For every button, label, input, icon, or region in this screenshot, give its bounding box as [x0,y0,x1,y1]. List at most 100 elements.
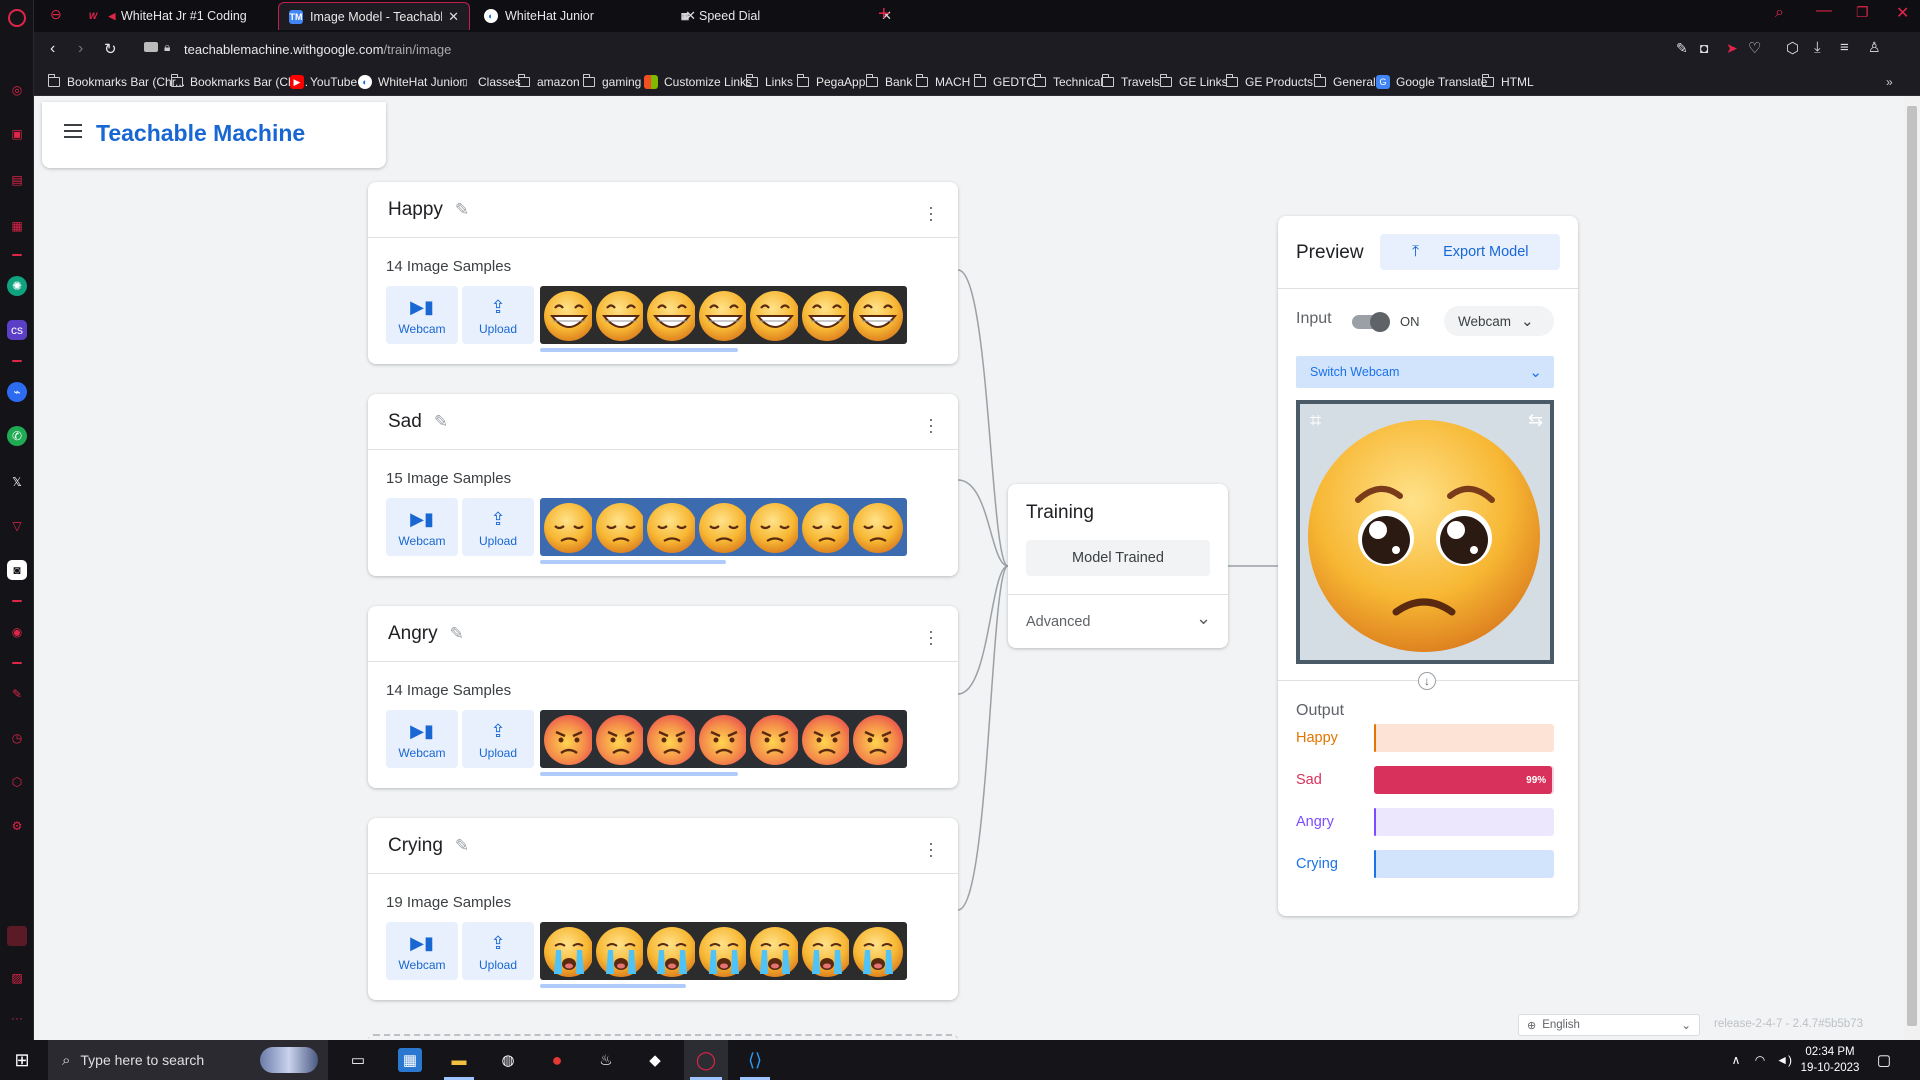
vscode-icon[interactable]: ⟨⟩ [743,1048,767,1072]
crop-icon[interactable]: ⌗ [1310,410,1321,433]
sample-thumbnail[interactable] [591,498,650,556]
flip-icon[interactable]: ⇆ [1528,410,1543,431]
taskbar-search[interactable]: ⌕ Type here to search [48,1040,328,1080]
scrollbar-thumb[interactable] [1907,106,1917,1026]
sample-thumbnails[interactable] [540,710,958,768]
wifi-icon[interactable]: ◠ [1748,1048,1772,1072]
bookmark-customize-links[interactable]: Customize Links [644,74,752,90]
snapshot-icon[interactable]: ◘ [1700,40,1708,56]
sample-thumbnail[interactable] [746,922,804,980]
sample-thumbnail[interactable] [797,922,856,980]
volume-icon[interactable]: ◄) [1772,1048,1796,1072]
heart-icon[interactable]: ♡ [1748,39,1761,57]
download-icon[interactable]: ⤓ [1814,39,1821,56]
bookmark-folder[interactable]: HTML [1482,74,1534,90]
bookmark-folder[interactable]: GE Products [1226,74,1313,90]
tab-speed-dial[interactable]: ▦ Speed Dial ✕ [668,2,902,30]
sample-thumbnail[interactable] [540,922,598,980]
camera-in-use-icon[interactable] [144,42,158,52]
sample-thumbnails[interactable] [540,922,958,980]
chrome-icon[interactable]: ◍ [496,1048,520,1072]
extensions-icon[interactable]: ⬡ [7,772,27,792]
sample-thumbnail[interactable] [694,286,753,344]
input-source-select[interactable]: Webcam ⌄ [1444,306,1554,336]
edit-pencil-icon[interactable]: ✎ [434,412,448,432]
more-options-icon[interactable]: · · · [928,622,934,652]
sample-thumbnail[interactable] [797,498,856,556]
upload-button[interactable]: ⇪ Upload [462,286,534,344]
twitch-icon[interactable]: ▤ [7,170,27,190]
minimize-icon[interactable]: — [1816,2,1832,20]
audio-playing-icon[interactable]: ◀ [107,9,117,23]
tab-image-model[interactable]: TM Image Model - Teachable M ✕ [278,2,470,30]
more-bookmarks-icon[interactable]: » [1886,74,1893,90]
sample-thumbnail[interactable] [540,710,598,768]
back-icon[interactable]: ‹ [50,40,55,58]
close-tab-icon[interactable]: ✕ [448,9,459,25]
upload-button[interactable]: ⇪ Upload [462,710,534,768]
upload-button[interactable]: ⇪ Upload [462,922,534,980]
thumbnail-scrollbar[interactable] [540,348,738,352]
sample-thumbnail[interactable] [694,922,753,980]
bookmark-youtube[interactable]: ▶ YouTube [290,74,357,90]
sample-thumbnail[interactable] [591,286,650,344]
sample-thumbnail[interactable] [643,922,701,980]
bookmark-folder[interactable]: Bank [866,74,912,90]
bookmark-folder[interactable]: PegaApp [797,74,865,90]
more-options-icon[interactable]: · · · [928,834,934,864]
close-window-icon[interactable]: ✕ [1896,3,1909,23]
chatsonic-icon[interactable]: cs [7,320,27,340]
new-tab-icon[interactable]: + [878,3,890,26]
app-icon[interactable]: ◆ [643,1048,667,1072]
player-icon[interactable]: ◉ [7,622,27,642]
tab-islands-icon[interactable]: ⊖ [50,6,62,23]
history-icon[interactable]: ◷ [7,728,27,748]
sample-thumbnail[interactable] [694,498,753,556]
train-model-button[interactable]: Model Trained [1026,540,1210,576]
class-name[interactable]: Happy [388,199,443,221]
bookmark-google-translate[interactable]: G Google Translate [1376,74,1487,90]
clock[interactable]: 02:34 PM 19-10-2023 [1800,1044,1860,1076]
class-name[interactable]: Angry [388,623,438,645]
steam-icon[interactable]: ♨ [594,1048,618,1072]
record-icon[interactable]: ● [545,1048,569,1072]
bookmark-folder[interactable]: Bookmarks Bar (Chr... [171,74,308,90]
opera-taskbar-icon[interactable]: ◯ [694,1048,718,1072]
whatsapp-icon[interactable]: ✆ [7,426,27,446]
sample-thumbnail[interactable] [849,498,907,556]
tray-chevron-icon[interactable]: ∧ [1724,1048,1748,1072]
arcade-icon[interactable]: ▦ [7,216,27,236]
sample-thumbnail[interactable] [746,498,804,556]
sample-thumbnail[interactable] [591,922,650,980]
settings-icon[interactable]: ⚙ [7,816,27,836]
sample-thumbnail[interactable] [797,286,856,344]
webcam-button[interactable]: ▶︎▮ Webcam [386,498,458,556]
windows-start-icon[interactable]: ⊞ [10,1048,34,1072]
sample-thumbnails[interactable] [540,498,958,556]
bookmark-folder[interactable]: MACH [916,74,970,90]
messenger-icon[interactable]: ⌁ [7,382,27,402]
switch-webcam-select[interactable]: Switch Webcam ⌄ [1296,356,1554,388]
upload-button[interactable]: ⇪ Upload [462,498,534,556]
webcam-button[interactable]: ▶︎▮ Webcam [386,922,458,980]
export-model-button[interactable]: ⤒ Export Model [1380,234,1560,270]
url-field[interactable]: teachablemachine.withgoogle.com/train/im… [184,42,451,57]
store-icon[interactable]: ▦ [398,1048,422,1072]
bookmark-folder[interactable]: GE Links [1160,74,1228,90]
sidebar-panel-icon[interactable] [7,926,27,946]
sample-thumbnail[interactable] [540,286,598,344]
speed-dial-icon[interactable]: ◎ [7,80,27,100]
discord-icon[interactable]: ◙ [7,560,27,580]
bookmark-folder[interactable]: General [1314,74,1376,90]
sample-thumbnail[interactable] [643,286,701,344]
bookmark-folder[interactable]: GEDTC [974,74,1035,90]
edit-pencil-icon[interactable]: ✎ [450,624,464,644]
forward-icon[interactable]: › [78,40,83,58]
sample-thumbnail[interactable] [849,922,907,980]
snapshot-icon[interactable]: ▨ [7,968,27,988]
sample-thumbnail[interactable] [643,710,701,768]
edit-pencil-icon[interactable]: ✎ [455,836,469,856]
task-view-icon[interactable]: ▭ [346,1048,370,1072]
bookmark-folder[interactable]: Travels [1102,74,1160,90]
sample-thumbnail[interactable] [849,710,907,768]
